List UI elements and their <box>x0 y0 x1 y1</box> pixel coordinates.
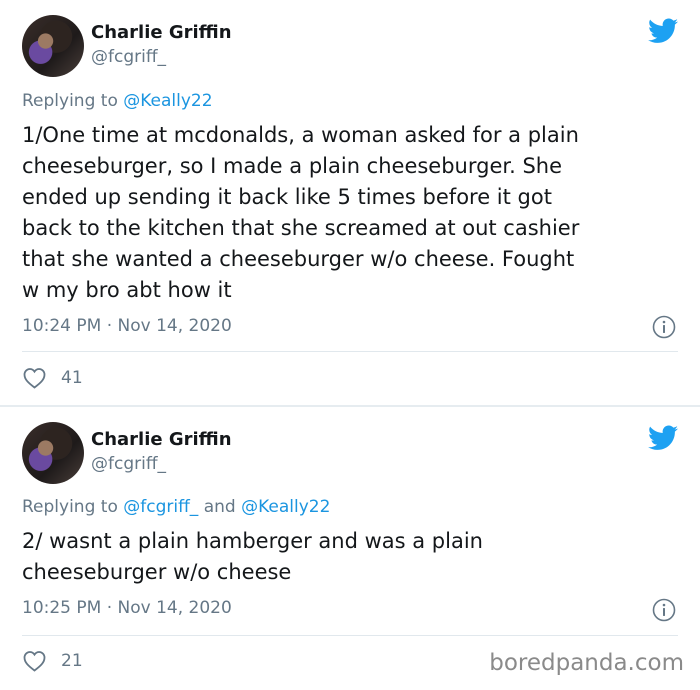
replying-to-label: Replying to <box>22 91 124 111</box>
like-count: 41 <box>61 368 83 388</box>
author-display-name[interactable]: Charlie Griffin <box>91 429 232 450</box>
replying-to-and: and <box>198 497 242 517</box>
mention-link[interactable]: @Keally22 <box>241 497 330 517</box>
twitter-logo-icon[interactable] <box>648 425 678 451</box>
twitter-logo-icon[interactable] <box>648 18 678 44</box>
like-action[interactable]: 41 <box>22 367 83 389</box>
tweet-timestamp[interactable]: 10:24 PM · Nov 14, 2020 <box>22 316 232 336</box>
info-icon[interactable] <box>652 598 676 622</box>
heart-icon[interactable] <box>22 650 47 672</box>
author-handle[interactable]: @fcgriff_ <box>91 47 166 67</box>
avatar[interactable] <box>22 422 84 484</box>
replying-to-line: Replying to @fcgriff_ and @Keally22 <box>22 497 330 517</box>
avatar[interactable] <box>22 15 84 77</box>
like-action[interactable]: 21 <box>22 650 83 672</box>
tweet-divider <box>22 635 678 636</box>
tweet-divider <box>22 351 678 352</box>
author-handle[interactable]: @fcgriff_ <box>91 454 166 474</box>
replying-to-label: Replying to <box>22 497 124 517</box>
mention-link[interactable]: @Keally22 <box>123 91 212 111</box>
watermark-text: boredpanda.com <box>489 650 684 676</box>
tweet-card[interactable]: Charlie Griffin @fcgriff_ Replying to @K… <box>0 0 700 405</box>
tweet-card[interactable]: Charlie Griffin @fcgriff_ Replying to @f… <box>0 407 700 690</box>
tweet-text: 1/One time at mcdonalds, a woman asked f… <box>22 123 580 302</box>
heart-icon[interactable] <box>22 367 47 389</box>
mention-link[interactable]: @fcgriff_ <box>123 497 198 517</box>
author-display-name[interactable]: Charlie Griffin <box>91 22 232 43</box>
tweet-text: 2/ wasnt a plain hamberger and was a pla… <box>22 529 483 584</box>
info-icon[interactable] <box>652 315 676 339</box>
replying-to-line: Replying to @Keally22 <box>22 91 213 111</box>
tweet-timestamp[interactable]: 10:25 PM · Nov 14, 2020 <box>22 598 232 618</box>
like-count: 21 <box>61 651 83 671</box>
